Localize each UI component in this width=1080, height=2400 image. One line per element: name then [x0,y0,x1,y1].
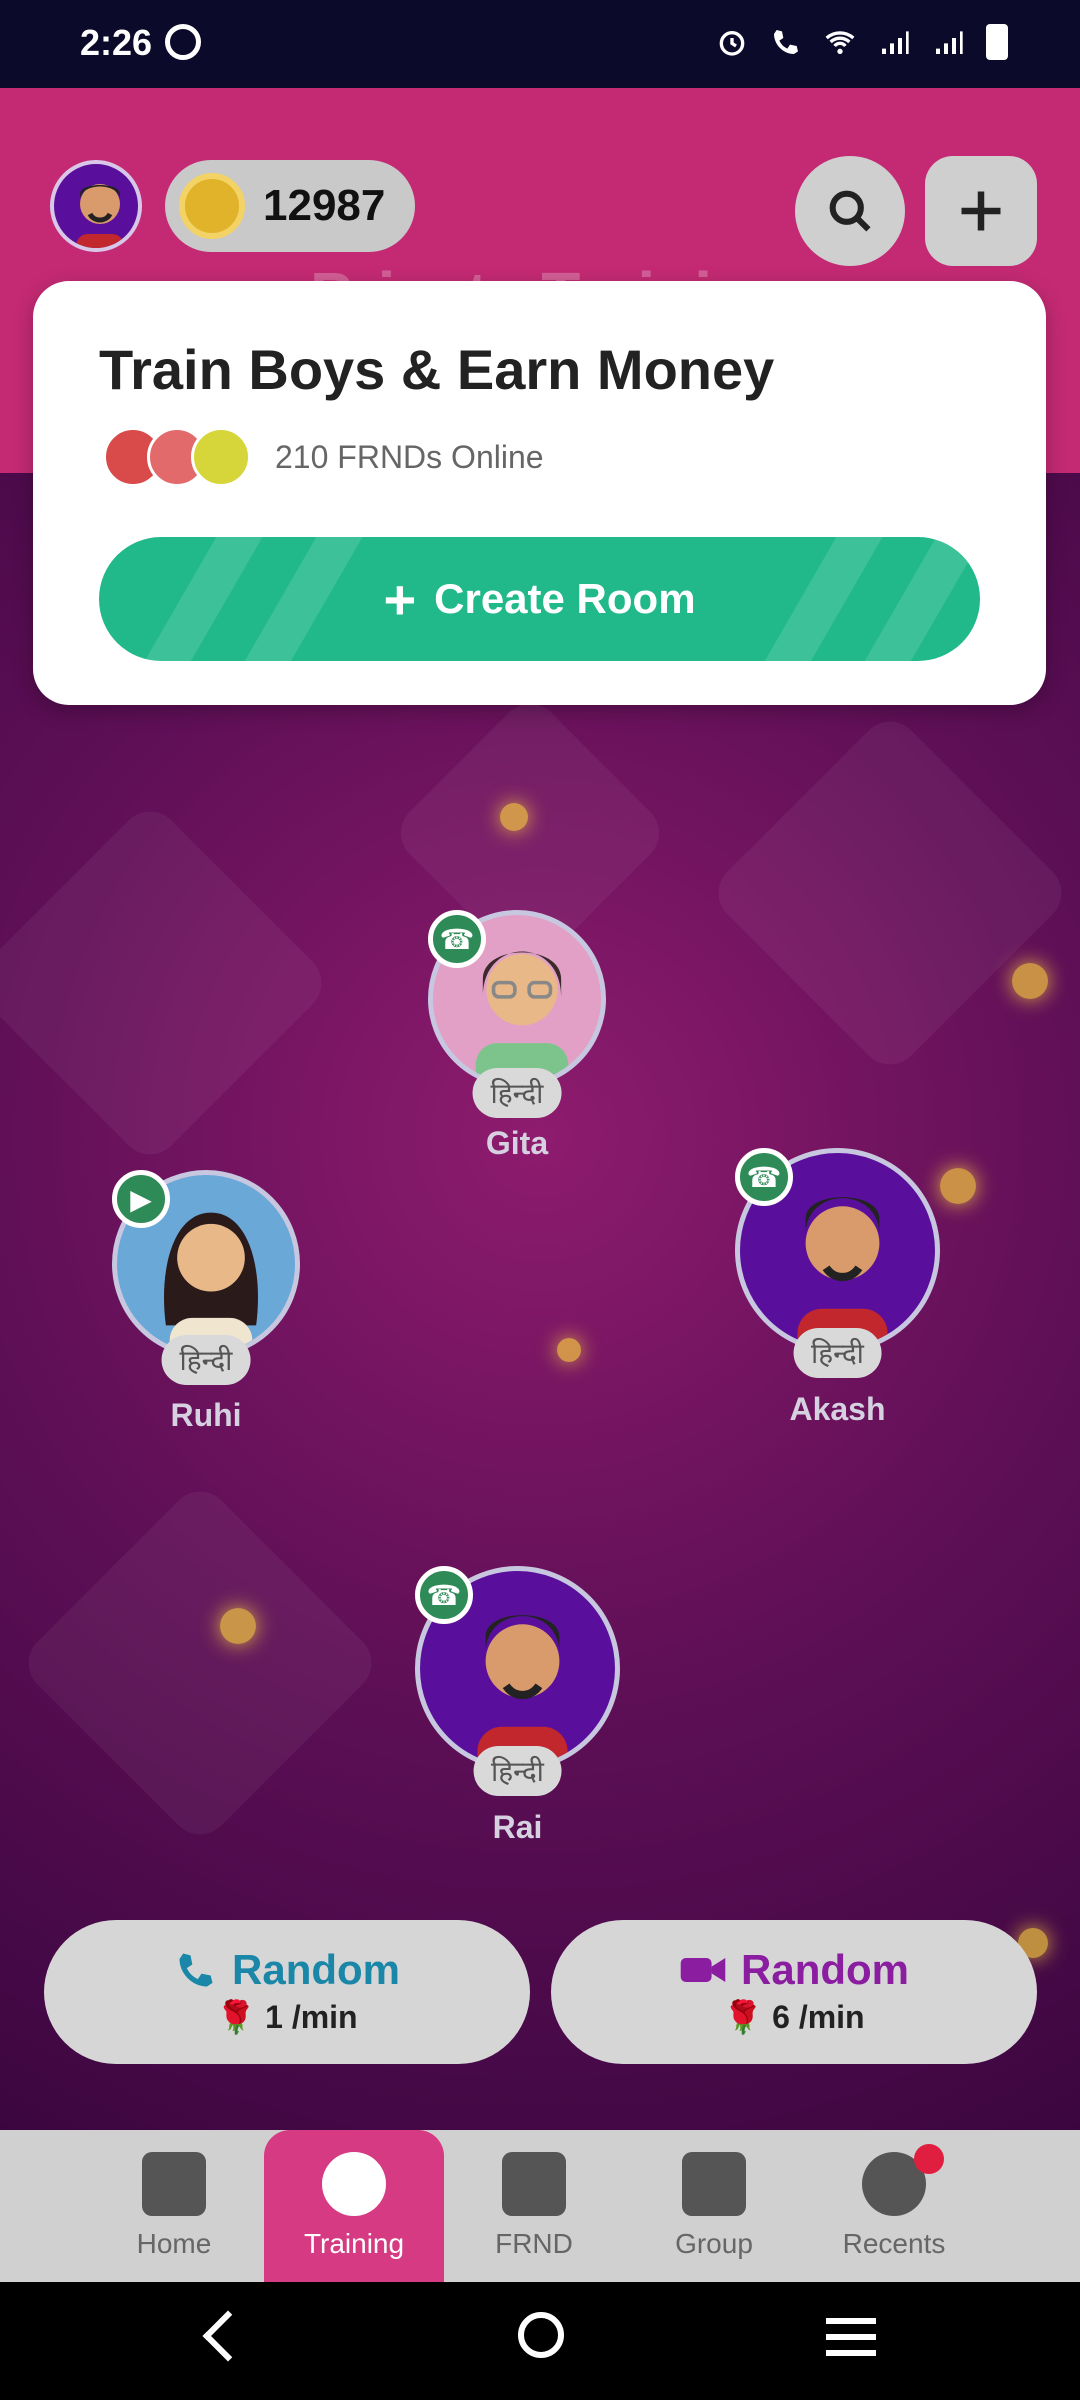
wifi-icon [825,31,855,54]
nav-home[interactable]: Home [84,2130,264,2282]
video-icon [680,1958,726,1982]
battery-icon [986,24,1008,60]
status-icons [716,24,1008,60]
create-room-button[interactable]: + Create Room [99,537,980,661]
online-count-text: 210 FRNDs Online [275,438,544,475]
heart-decoration [16,1479,384,1847]
random-audio-label: Random [232,1946,400,1993]
profile-avatar[interactable] [50,160,142,252]
status-time: 2:26 [80,22,153,63]
nav-training-label: Training [303,2228,405,2259]
glow-dot [557,1338,581,1362]
heart-decoration [0,799,334,1167]
nav-recents-label: Recents [842,2228,946,2259]
user-ruhi[interactable]: ▶ हिन्दी Ruhi [112,1170,300,1433]
phone-icon [179,1953,213,1987]
random-audio-button[interactable]: Random 🌹 1 /min [44,1920,530,2064]
language-badge: हिन्दी [161,1335,251,1385]
bottom-navigation: Home Training FRND Group Recents [0,2130,1080,2282]
coin-count: 12987 [263,181,386,230]
recent-apps-icon[interactable] [826,2318,876,2366]
button-stripe [746,537,892,661]
nav-group[interactable]: Group [624,2130,804,2282]
create-room-label: Create Room [434,575,696,622]
online-avatar [191,427,251,487]
phone-icon [322,2152,386,2216]
search-icon [829,190,871,232]
random-audio-price: 1 /min [265,1999,358,2035]
random-video-price: 6 /min [772,1999,865,2035]
coin-balance[interactable]: 12987 [165,160,415,252]
status-bar: 2:26 [0,0,1080,88]
user-name: Ruhi [170,1397,242,1433]
friends-icon [502,2152,566,2216]
rose-icon: 🌹 [216,1999,257,2035]
random-video-label: Random [741,1946,909,1993]
glow-dot [1012,963,1048,999]
user-akash[interactable]: ☎ हिन्दी Akash [735,1148,940,1427]
home-icon [142,2152,206,2216]
settings-gear-icon [165,24,201,60]
nav-recents[interactable]: Recents [804,2130,984,2282]
rose-icon: 🌹 [723,1999,764,2035]
notification-dot [914,2144,944,2174]
call-icon [774,30,798,54]
user-gita[interactable]: ☎ हिन्दी Gita [428,910,606,1161]
group-icon [682,2152,746,2216]
nav-group-label: Group [675,2228,753,2259]
nav-home-label: Home [136,2228,212,2259]
user-name: Akash [789,1391,886,1427]
create-room-card: Train Boys & Earn Money 210 FRNDs Online… [33,281,1046,705]
add-button[interactable] [925,156,1037,266]
audio-call-badge-icon: ☎ [428,910,486,968]
home-circle-icon[interactable] [518,2312,564,2358]
heart-decoration [706,709,1074,1077]
language-badge: हिन्दी [473,1746,562,1796]
glow-dot [940,1168,976,1204]
user-rai[interactable]: ☎ हिन्दी Rai [415,1566,620,1845]
signal-2-icon [936,31,963,54]
alarm-icon [719,30,745,56]
glow-dot [220,1608,256,1644]
nav-frnd[interactable]: FRND [444,2130,624,2282]
button-stripe [126,537,272,661]
coin-icon [179,173,245,239]
audio-call-badge-icon: ☎ [415,1566,473,1624]
video-call-badge-icon: ▶ [112,1170,170,1228]
plus-icon: + [383,567,417,631]
search-button[interactable] [795,156,905,266]
user-name: Rai [492,1809,543,1845]
nav-training[interactable]: Training [264,2130,444,2282]
language-badge: हिन्दी [793,1328,882,1378]
nav-frnd-label: FRND [495,2228,573,2259]
online-indicator: 210 FRNDs Online [103,427,544,487]
user-name: Gita [485,1125,549,1161]
glow-dot [500,803,528,831]
language-badge: हिन्दी [472,1068,562,1118]
system-navigation-bar [0,2282,1080,2400]
signal-icon [882,31,909,54]
audio-call-badge-icon: ☎ [735,1148,793,1206]
man-avatar-icon [76,184,124,248]
back-icon[interactable] [202,2310,254,2362]
plus-icon [961,191,1001,231]
card-title: Train Boys & Earn Money [99,338,775,401]
random-video-button[interactable]: Random 🌹 6 /min [551,1920,1037,2064]
